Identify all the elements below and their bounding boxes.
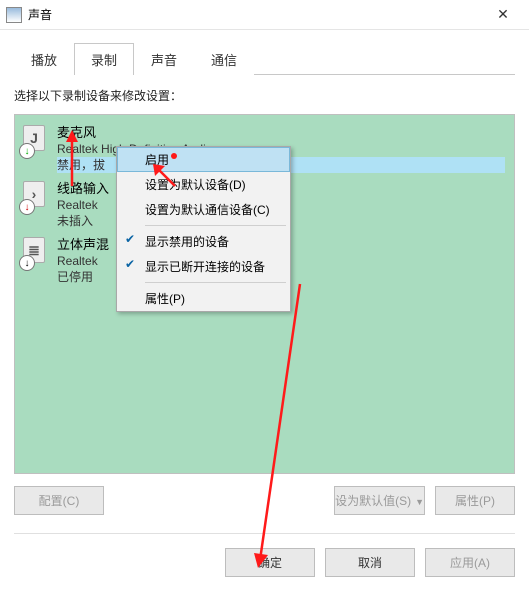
set-default-label: 设为默认值(S) [335,494,411,508]
device-name: 麦克风 [57,125,505,141]
device-icon: › ↓ [23,181,47,213]
checkmark-icon: ✔ [123,232,137,246]
menu-item-enable[interactable]: 启用 [117,147,290,172]
instruction-label: 选择以下录制设备来修改设置： [14,87,515,104]
status-badge-icon: ↓ [19,199,35,215]
window-title: 声音 [28,6,483,23]
apply-button[interactable]: 应用(A) [425,548,515,577]
tab-play[interactable]: 播放 [14,43,74,75]
menu-separator [145,225,286,226]
context-menu[interactable]: 启用 设置为默认设备(D) 设置为默认通信设备(C) ✔ 显示禁用的设备 ✔ 显… [116,146,291,312]
menu-item-set-default-comm[interactable]: 设置为默认通信设备(C) [117,197,290,222]
close-icon: ✕ [497,6,509,23]
ok-button[interactable]: 确定 [225,548,315,577]
device-sub: Realtek [57,253,109,269]
close-button[interactable]: ✕ [483,1,523,29]
status-badge-icon: ↓ [19,255,35,271]
tab-record[interactable]: 录制 [74,43,134,75]
menu-item-set-default[interactable]: 设置为默认设备(D) [117,172,290,197]
configure-button[interactable]: 配置(C) [14,486,104,515]
tab-strip: 播放 录制 声音 通信 [14,42,515,75]
sound-window-icon [6,7,22,23]
checkmark-icon: ✔ [123,257,137,271]
chevron-down-icon: ▼ [415,497,424,507]
device-status: 未插入 [57,213,109,229]
device-name: 线路输入 [57,181,109,197]
bottom-button-row-2: 确定 取消 应用(A) [14,533,515,577]
set-default-button[interactable]: 设为默认值(S) ▼ [334,486,425,515]
bottom-button-row-1: 配置(C) 设为默认值(S) ▼ 属性(P) [14,486,515,515]
device-status: 已停用 [57,269,109,285]
properties-button[interactable]: 属性(P) [435,486,515,515]
cancel-button[interactable]: 取消 [325,548,415,577]
titlebar: 声音 ✕ [0,0,529,30]
device-icon: J ↓ [23,125,47,157]
device-icon: ≣ ↓ [23,237,47,269]
menu-item-label: 显示禁用的设备 [145,235,229,249]
device-sub: Realtek [57,197,109,213]
tab-sound[interactable]: 声音 [134,43,194,75]
device-name: 立体声混 [57,237,109,253]
menu-separator [145,282,286,283]
status-badge-icon: ↓ [19,143,35,159]
tab-comm[interactable]: 通信 [194,43,254,75]
menu-item-label: 显示已断开连接的设备 [145,260,265,274]
menu-item-show-disconnected[interactable]: ✔ 显示已断开连接的设备 [117,254,290,279]
menu-item-properties[interactable]: 属性(P) [117,286,290,311]
menu-item-show-disabled[interactable]: ✔ 显示禁用的设备 [117,229,290,254]
